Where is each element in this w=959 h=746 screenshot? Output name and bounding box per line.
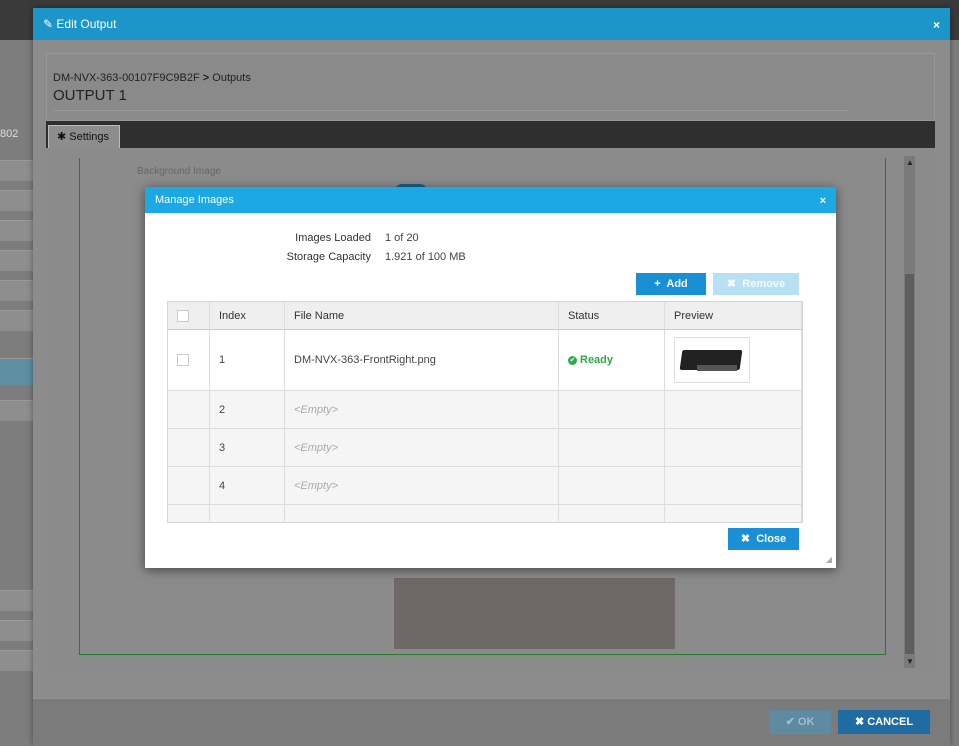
ok-button[interactable]: ✔ OK [769, 710, 831, 734]
background-row [0, 400, 35, 421]
storage-capacity-value: 1.921 of 100 MB [385, 251, 466, 263]
resize-handle-icon[interactable]: ◢ [826, 555, 832, 564]
breadcrumb-device[interactable]: DM-NVX-363-00107F9C9B2F [53, 72, 200, 84]
cancel-button[interactable]: ✖ CANCEL [838, 710, 930, 734]
plus-icon: + [654, 278, 661, 290]
row-index: 1 [209, 329, 285, 391]
background-row [0, 220, 35, 241]
chevron-right-icon: > [202, 72, 210, 84]
check-icon: ✔ [785, 716, 795, 728]
table-row[interactable]: 1 DM-NVX-363-FrontRight.png ✔ Ready [168, 329, 802, 391]
row-file-name: <Empty> [284, 466, 559, 505]
manage-images-title: Manage Images [155, 194, 234, 206]
gear-icon: ✱ [57, 131, 67, 143]
column-header-index: Index [209, 302, 285, 330]
tab-settings-label: Settings [69, 131, 110, 143]
scroll-down-icon[interactable]: ▼ [906, 657, 914, 666]
settings-scroll-thumb[interactable] [905, 274, 914, 654]
close-icon[interactable]: × [933, 18, 940, 32]
manage-images-titlebar: Manage Images × [145, 187, 836, 213]
column-header-status: Status [558, 302, 665, 330]
status-badge: Ready [580, 354, 614, 366]
storage-capacity-label: Storage Capacity [286, 251, 371, 263]
close-button[interactable]: ✖ Close [728, 528, 799, 550]
image-preview-thumbnail[interactable] [674, 337, 750, 383]
row-file-name: <Empty> [284, 390, 559, 429]
manage-images-modal: Manage Images × Images Loaded 1 of 20 St… [145, 187, 836, 568]
background-label: 802 [0, 128, 19, 140]
edit-output-title-text: Edit Output [56, 17, 117, 31]
remove-image-button[interactable]: ✖ Remove [713, 273, 799, 295]
row-file-name: DM-NVX-363-FrontRight.png [284, 329, 559, 391]
table-row[interactable] [168, 504, 802, 522]
close-icon: ✖ [854, 716, 865, 728]
remove-button-label: Remove [742, 278, 786, 290]
column-header-preview: Preview [664, 302, 802, 330]
row-index: 2 [209, 390, 285, 429]
close-button-label: Close [756, 533, 787, 545]
edit-output-title: ✎ Edit Output [43, 17, 116, 31]
edit-output-titlebar: ✎ Edit Output × [33, 8, 950, 40]
row-file-name: <Empty> [284, 428, 559, 467]
row-index: 3 [209, 428, 285, 467]
background-row [0, 280, 35, 301]
add-button-label: Add [666, 278, 688, 290]
check-circle-icon: ✔ [568, 355, 577, 365]
divider [53, 110, 848, 111]
close-icon: ✖ [726, 278, 737, 290]
scroll-up-icon[interactable]: ▲ [906, 158, 914, 167]
background-row [0, 620, 35, 641]
background-row [0, 160, 35, 181]
background-row [0, 650, 35, 671]
table-scrollbar[interactable]: ▲ ▼ [802, 302, 803, 522]
status-cell: ✔ Ready [558, 329, 665, 391]
add-image-button[interactable]: + Add [636, 273, 706, 295]
ok-button-label: OK [797, 716, 815, 728]
close-icon[interactable]: × [820, 195, 826, 207]
cancel-button-label: CANCEL [867, 716, 914, 728]
dialog-footer: ✔ OK ✖ CANCEL [33, 698, 950, 746]
background-preview [394, 578, 675, 649]
close-icon: ✖ [740, 533, 751, 545]
row-checkbox[interactable] [177, 354, 189, 367]
background-row [0, 250, 35, 271]
background-image-label: Background Image [137, 166, 221, 177]
images-loaded-label: Images Loaded [295, 232, 371, 244]
table-row[interactable]: 4 <Empty> [168, 466, 802, 505]
edit-icon: ✎ [43, 17, 54, 31]
row-index: 4 [209, 466, 285, 505]
background-row [0, 590, 35, 611]
select-all-checkbox[interactable] [177, 309, 189, 322]
table-row[interactable]: 3 <Empty> [168, 428, 802, 467]
table-row[interactable]: 2 <Empty> [168, 390, 802, 429]
background-row-selected [0, 358, 35, 385]
settings-scrollbar[interactable]: ▲ ▼ [904, 156, 915, 668]
breadcrumb-section[interactable]: Outputs [212, 72, 251, 84]
column-header-file-name: File Name [284, 302, 559, 330]
device-front [697, 365, 737, 371]
images-table: Index File Name Status Preview 1 DM-NVX-… [167, 301, 803, 523]
breadcrumb: DM-NVX-363-00107F9C9B2F > Outputs [53, 72, 251, 84]
images-loaded-value: 1 of 20 [385, 232, 419, 244]
background-row [0, 310, 35, 331]
page-title: OUTPUT 1 [53, 87, 127, 104]
tab-bar: ✱ Settings [46, 121, 935, 148]
tab-settings[interactable]: ✱ Settings [48, 125, 120, 148]
background-row [0, 190, 35, 211]
